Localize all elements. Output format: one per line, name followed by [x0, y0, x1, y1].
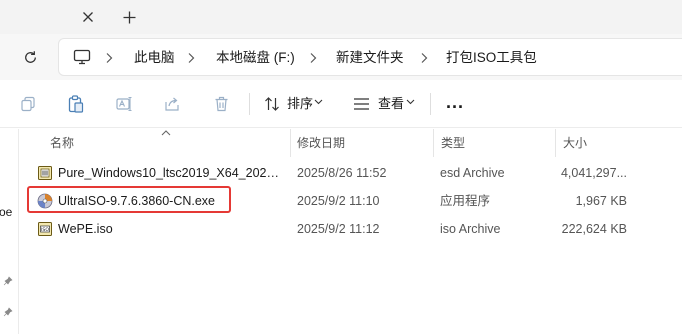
chevron-right-icon[interactable]	[105, 51, 115, 65]
breadcrumb-this-pc[interactable]: 此电脑	[134, 49, 175, 67]
chevron-right-icon[interactable]	[420, 51, 430, 65]
chevron-right-icon[interactable]	[309, 51, 319, 65]
breadcrumb-current-folder[interactable]: 打包ISO工具包	[446, 49, 537, 67]
paste-icon[interactable]	[66, 94, 86, 114]
command-bar: 排序 查看 ...	[0, 80, 682, 128]
chevron-down-icon[interactable]	[404, 96, 416, 108]
file-size: 222,624 KB	[561, 222, 627, 236]
close-tab-icon[interactable]	[78, 7, 98, 27]
column-header-date[interactable]: 修改日期	[297, 129, 345, 157]
navigation-pane: oe	[0, 129, 19, 334]
pin-icon[interactable]	[3, 304, 13, 317]
this-pc-icon[interactable]	[73, 49, 91, 65]
file-date: 2025/9/2 11:10	[297, 194, 380, 208]
toolbar-divider	[430, 93, 431, 115]
file-date: 2025/8/26 11:52	[297, 166, 387, 180]
column-separator[interactable]	[433, 129, 434, 157]
file-size: 4,041,297...	[560, 166, 627, 180]
more-options-button[interactable]: ...	[442, 93, 468, 114]
file-name[interactable]: WePE.iso	[58, 215, 282, 243]
address-bar[interactable]: 此电脑 本地磁盘 (F:) 新建文件夹 打包ISO工具包	[58, 38, 682, 76]
window-tab[interactable]	[0, 0, 105, 34]
delete-icon[interactable]	[211, 94, 231, 114]
column-separator[interactable]	[290, 129, 291, 157]
column-separator[interactable]	[555, 129, 556, 157]
toolbar-divider	[249, 93, 250, 115]
column-header-name[interactable]: 名称	[50, 129, 74, 157]
new-tab-icon[interactable]	[118, 6, 140, 28]
column-header-size[interactable]: 大小	[563, 129, 587, 157]
file-name[interactable]: Pure_Windows10_ltsc2019_X64_2025....	[58, 159, 282, 187]
breadcrumb-drive-f[interactable]: 本地磁盘 (F:)	[216, 49, 295, 67]
file-row[interactable]: Pure_Windows10_ltsc2019_X64_2025.... 202…	[20, 159, 682, 187]
highlight-box	[27, 186, 231, 213]
view-icon[interactable]	[351, 94, 371, 114]
refresh-icon[interactable]	[18, 45, 42, 69]
esd-archive-icon	[37, 165, 53, 181]
file-type: iso Archive	[440, 222, 501, 236]
address-row: 此电脑 本地磁盘 (F:) 新建文件夹 打包ISO工具包	[0, 34, 682, 80]
chevron-right-icon[interactable]	[187, 51, 197, 65]
svg-text:ISO: ISO	[41, 227, 49, 233]
file-type: 应用程序	[440, 194, 491, 208]
file-date: 2025/9/2 11:12	[297, 222, 380, 236]
share-icon[interactable]	[162, 94, 182, 114]
column-header-type[interactable]: 类型	[441, 129, 465, 157]
sort-ascending-icon	[161, 124, 171, 136]
pin-icon[interactable]	[3, 273, 13, 286]
rename-icon[interactable]	[114, 94, 134, 114]
view-label[interactable]: 查看	[378, 95, 404, 113]
sort-icon[interactable]	[262, 94, 282, 114]
nav-item-partial[interactable]: oe	[0, 205, 12, 219]
tab-strip	[0, 0, 682, 34]
file-type: esd Archive	[440, 166, 505, 180]
chevron-down-icon[interactable]	[312, 96, 324, 108]
sort-label[interactable]: 排序	[287, 95, 313, 113]
file-size: 1,967 KB	[575, 194, 627, 208]
iso-archive-icon: ISO	[37, 221, 53, 237]
breadcrumb-new-folder[interactable]: 新建文件夹	[336, 49, 404, 67]
file-row[interactable]: ISO WePE.iso 2025/9/2 11:12 iso Archive …	[20, 215, 682, 243]
copy-icon[interactable]	[18, 94, 38, 114]
